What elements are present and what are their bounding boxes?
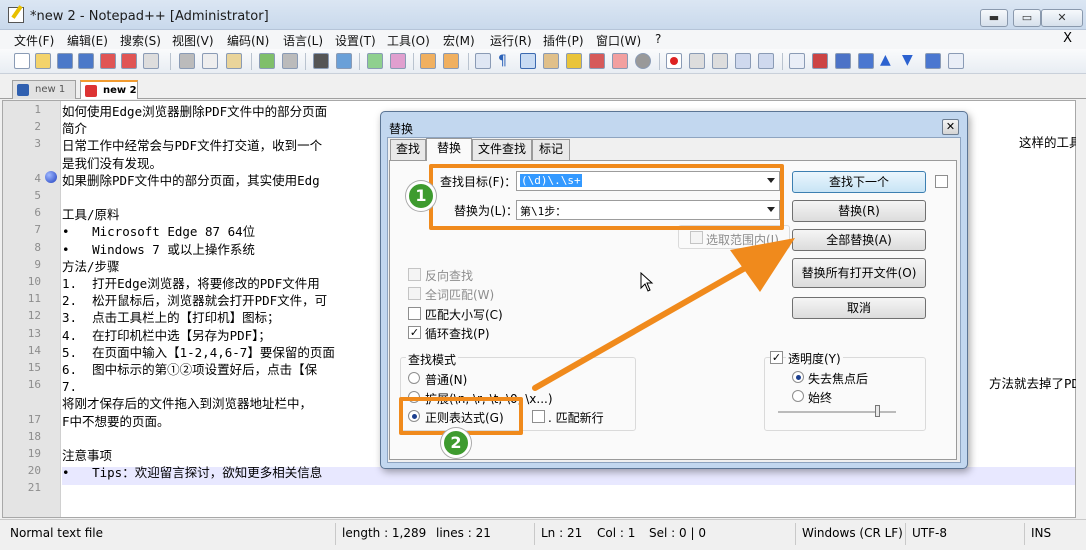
selection-status: Sel : 0 | 0 [649,526,706,540]
mouse-cursor-icon [640,272,654,292]
lines-status: lines : 21 [436,526,491,540]
encoding-status: UTF-8 [912,526,947,540]
status-bar: Normal text file length : 1,289 lines : … [0,519,1086,550]
step-badge-1: 1 [406,181,436,211]
insert-mode-status: INS [1031,526,1052,540]
file-type-status: Normal text file [10,526,104,540]
annotation-arrow [532,238,795,391]
eol-status: Windows (CR LF) [802,526,903,540]
step-badge-2: 2 [441,428,471,458]
tab-replace[interactable]: 替换 [426,138,472,161]
column-status: Col : 1 [597,526,636,540]
line-status: Ln : 21 [541,526,583,540]
length-status: length : 1,289 [342,526,427,540]
